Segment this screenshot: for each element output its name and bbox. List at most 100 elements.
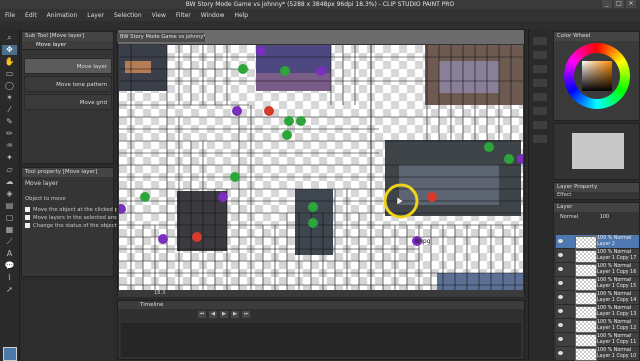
option-row[interactable]: Move layers in the selected area xyxy=(22,214,119,222)
marker xyxy=(284,116,294,126)
eye-icon[interactable] xyxy=(558,309,563,313)
menu-edit[interactable]: Edit xyxy=(20,12,42,19)
layer-mode: 100 % Normal xyxy=(597,264,632,269)
object-to-move-label: Object to move xyxy=(25,196,66,202)
menu-window[interactable]: Window xyxy=(196,12,230,19)
close-button[interactable]: × xyxy=(626,0,636,8)
subtool-move-tone-pattern[interactable]: Move tone pattern xyxy=(24,76,112,92)
eraser-tool-icon[interactable]: ▱ xyxy=(2,165,17,175)
menu-file[interactable]: File xyxy=(0,12,20,19)
fill-tool-icon[interactable]: ◈ xyxy=(2,189,17,199)
subtool-move-grid[interactable]: Move grid xyxy=(24,94,112,110)
frame-tool-icon[interactable]: ▦ xyxy=(2,225,17,235)
text-tool-icon[interactable]: A xyxy=(2,249,17,259)
layer-row[interactable]: 100 % Normal Layer 1 Copy 16 xyxy=(556,263,639,277)
panel-icon[interactable] xyxy=(533,65,547,73)
eyedropper-tool-icon[interactable]: ⁄ xyxy=(2,105,17,115)
menu-filter[interactable]: Filter xyxy=(171,12,196,19)
selection-tool-icon[interactable]: ▭ xyxy=(2,69,17,79)
eye-icon[interactable] xyxy=(558,323,563,327)
eye-icon[interactable] xyxy=(558,281,563,285)
ruler-tool-icon[interactable]: ⟋ xyxy=(2,237,17,247)
navigator-preview[interactable] xyxy=(572,133,624,169)
eye-icon[interactable] xyxy=(558,351,563,355)
sub-tool-header: Sub Tool [Move layer] xyxy=(22,32,113,41)
sub-tool-tab[interactable]: Move layer xyxy=(22,41,113,50)
play-icon[interactable]: ▶ xyxy=(220,311,228,318)
menu-view[interactable]: View xyxy=(147,12,171,19)
eye-icon[interactable] xyxy=(558,239,563,243)
hand-tool-icon[interactable]: ✋ xyxy=(2,57,17,67)
zoom-level[interactable]: 18.3 xyxy=(154,290,165,296)
tool-palette: ⌕ ✥ ✋ ▭ ◯ ✶ ⁄ ✎ ✏ ♒ ✦ ▱ ☁ ◈ ▤ ▢ ▦ ⟋ A 💬 … xyxy=(0,29,20,361)
subtool-move-layer[interactable]: Move layer xyxy=(24,58,112,74)
main-color-swatch[interactable] xyxy=(3,347,17,361)
balloon-tool-icon[interactable]: 💬 xyxy=(2,261,17,271)
marker xyxy=(484,142,494,152)
wand-tool-icon[interactable]: ✶ xyxy=(2,93,17,103)
panel-icon[interactable] xyxy=(533,37,547,45)
layer-row[interactable]: 100 % Normal Layer 1 Copy 12 xyxy=(556,319,639,333)
panel-icon[interactable] xyxy=(533,135,547,143)
next-frame-icon[interactable]: ▶ xyxy=(231,311,239,318)
marker xyxy=(256,46,266,56)
layer-row[interactable]: 100 % Normal Layer 1 Copy 14 xyxy=(556,291,639,305)
saturation-square[interactable] xyxy=(582,61,612,91)
pencil-tool-icon[interactable]: ✏ xyxy=(2,129,17,139)
layer-name: Layer 1 Copy 17 xyxy=(597,256,637,261)
maximize-button[interactable]: □ xyxy=(614,0,624,8)
checkbox[interactable] xyxy=(25,215,30,220)
panel-icon[interactable] xyxy=(533,93,547,101)
timeline-track[interactable] xyxy=(121,323,521,357)
layer-row[interactable]: 100 % Normal Layer 1 Copy 17 xyxy=(556,249,639,263)
marker xyxy=(427,192,437,202)
eye-icon[interactable] xyxy=(558,267,563,271)
panel-icon[interactable] xyxy=(533,107,547,115)
last-frame-icon[interactable]: ⏭ xyxy=(242,311,250,318)
menu-help[interactable]: Help xyxy=(229,12,253,19)
panel-icon[interactable] xyxy=(533,79,547,87)
blend-tool-icon[interactable]: ☁ xyxy=(2,177,17,187)
marker xyxy=(232,106,242,116)
operation-tool-icon[interactable]: ➚ xyxy=(2,285,17,295)
opacity-value[interactable]: 100 xyxy=(600,214,610,220)
checkbox[interactable] xyxy=(25,223,30,228)
effect-label: Effect xyxy=(557,192,572,198)
menu-selection[interactable]: Selection xyxy=(109,12,147,19)
panel-icon[interactable] xyxy=(533,51,547,59)
layer-row[interactable]: 100 % Normal Layer 1 Copy 15 xyxy=(556,277,639,291)
menu-animation[interactable]: Animation xyxy=(42,12,83,19)
layer-property-panel: Layer Property Effect xyxy=(553,182,640,200)
prev-frame-icon[interactable]: ◀ xyxy=(209,311,217,318)
gradient-tool-icon[interactable]: ▤ xyxy=(2,201,17,211)
blend-mode-select[interactable]: Normal 100 xyxy=(554,212,639,222)
layer-row[interactable]: 100 % Normal Layer 2 xyxy=(556,235,639,249)
layer-row[interactable]: 100 % Normal Layer 1 Copy 13 xyxy=(556,305,639,319)
menu-layer[interactable]: Layer xyxy=(82,12,109,19)
figure-tool-icon[interactable]: ▢ xyxy=(2,213,17,223)
marker xyxy=(119,204,126,214)
object-to-move-row[interactable]: Object to move xyxy=(22,190,113,203)
layer-row[interactable]: 100 % Normal Layer 1 Copy 10 xyxy=(556,347,639,361)
panel-icon[interactable] xyxy=(533,121,547,129)
layer-thumbnail xyxy=(575,278,597,291)
eye-icon[interactable] xyxy=(558,337,563,341)
canvas-tab[interactable]: BW Story Mode Game vs johnny* xyxy=(117,33,205,42)
zoom-tool-icon[interactable]: ⌕ xyxy=(2,33,17,43)
canvas[interactable]: Bnpg xyxy=(118,44,524,292)
first-frame-icon[interactable]: ⏮ xyxy=(198,311,206,318)
lasso-tool-icon[interactable]: ◯ xyxy=(2,81,17,91)
pen-tool-icon[interactable]: ✎ xyxy=(2,117,17,127)
correct-line-tool-icon[interactable]: ⌇ xyxy=(2,273,17,283)
tool-property-title: Move layer xyxy=(25,180,59,187)
option-row[interactable]: Change the status of the object to move xyxy=(22,222,140,230)
checkbox[interactable] xyxy=(25,207,30,212)
minimize-button[interactable]: _ xyxy=(602,0,612,8)
brush-tool-icon[interactable]: ♒ xyxy=(2,141,17,151)
eye-icon[interactable] xyxy=(558,253,563,257)
eye-icon[interactable] xyxy=(558,295,563,299)
move-tool-icon[interactable]: ✥ xyxy=(2,45,17,55)
airbrush-tool-icon[interactable]: ✦ xyxy=(2,153,17,163)
layer-row[interactable]: 100 % Normal Layer 1 Copy 11 xyxy=(556,333,639,347)
option-row[interactable]: Move the object at the clicked position xyxy=(22,203,136,214)
